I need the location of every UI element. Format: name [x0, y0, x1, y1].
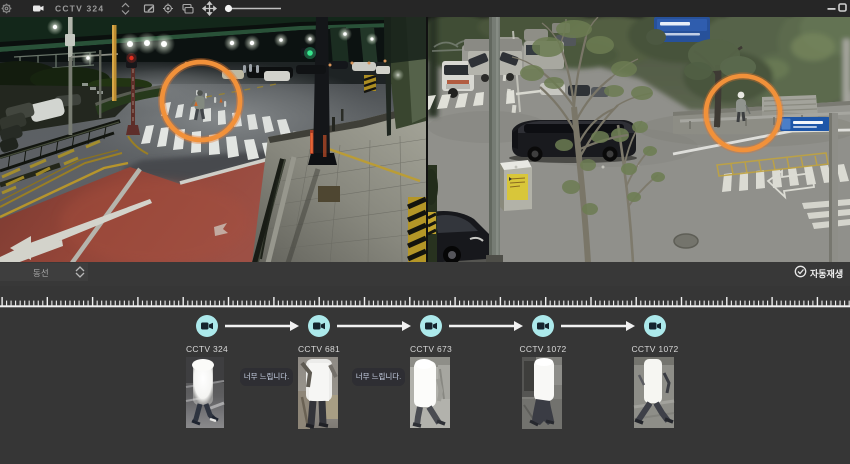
svg-text:CCTV 324: CCTV 324	[55, 4, 104, 14]
